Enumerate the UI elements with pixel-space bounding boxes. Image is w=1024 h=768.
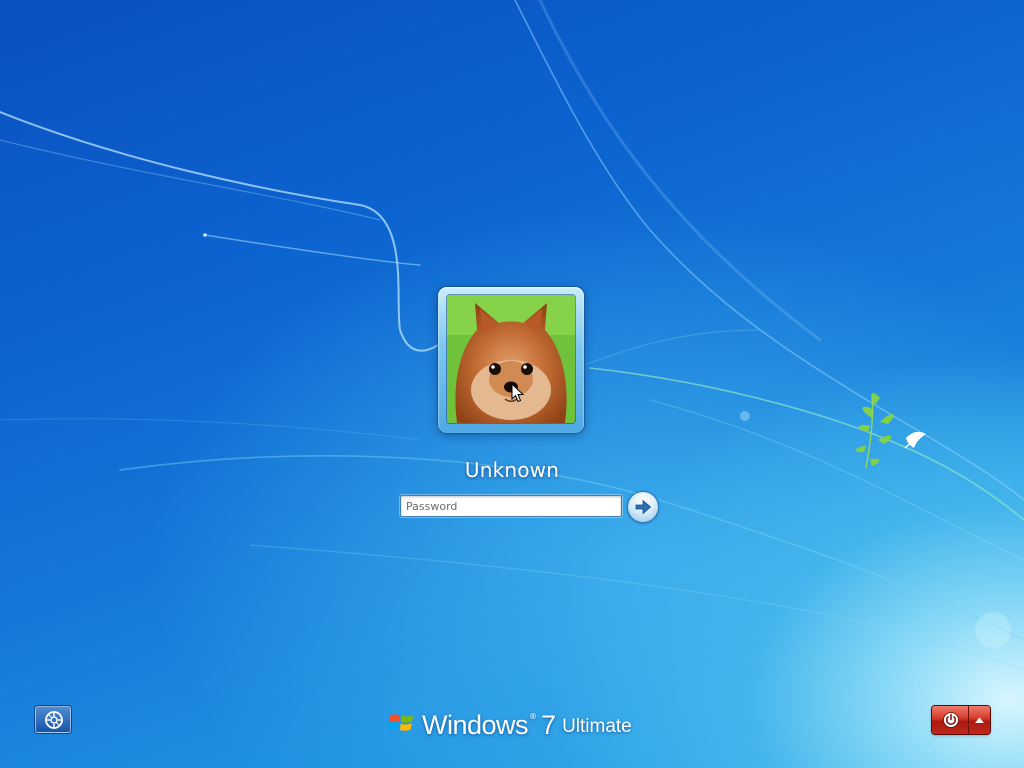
user-name: Unknown bbox=[464, 458, 560, 482]
arrow-right-icon bbox=[635, 499, 652, 515]
power-icon bbox=[943, 712, 959, 728]
shutdown-button-group bbox=[932, 706, 990, 734]
ease-of-access-button[interactable] bbox=[35, 706, 71, 733]
windows-branding: Windows ® 7 Ultimate bbox=[388, 704, 632, 740]
logon-screen: Unknown Windows ® 7 Ultimate bbox=[0, 0, 1024, 768]
user-tile[interactable] bbox=[438, 287, 584, 433]
triangle-up-icon bbox=[975, 717, 985, 723]
brand-name: Windows bbox=[422, 710, 529, 740]
brand-version: 7 bbox=[541, 710, 557, 740]
shutdown-button[interactable] bbox=[932, 706, 970, 734]
shutdown-options-button[interactable] bbox=[969, 706, 990, 734]
submit-arrow-button[interactable] bbox=[628, 492, 658, 522]
password-field[interactable] bbox=[400, 495, 622, 517]
brand-edition: Ultimate bbox=[562, 716, 632, 737]
trademark-mark: ® bbox=[529, 712, 538, 721]
ease-of-access-icon bbox=[45, 711, 63, 729]
mouse-cursor-icon bbox=[511, 383, 525, 403]
user-picture bbox=[447, 295, 575, 423]
windows-flag-icon bbox=[388, 714, 413, 731]
